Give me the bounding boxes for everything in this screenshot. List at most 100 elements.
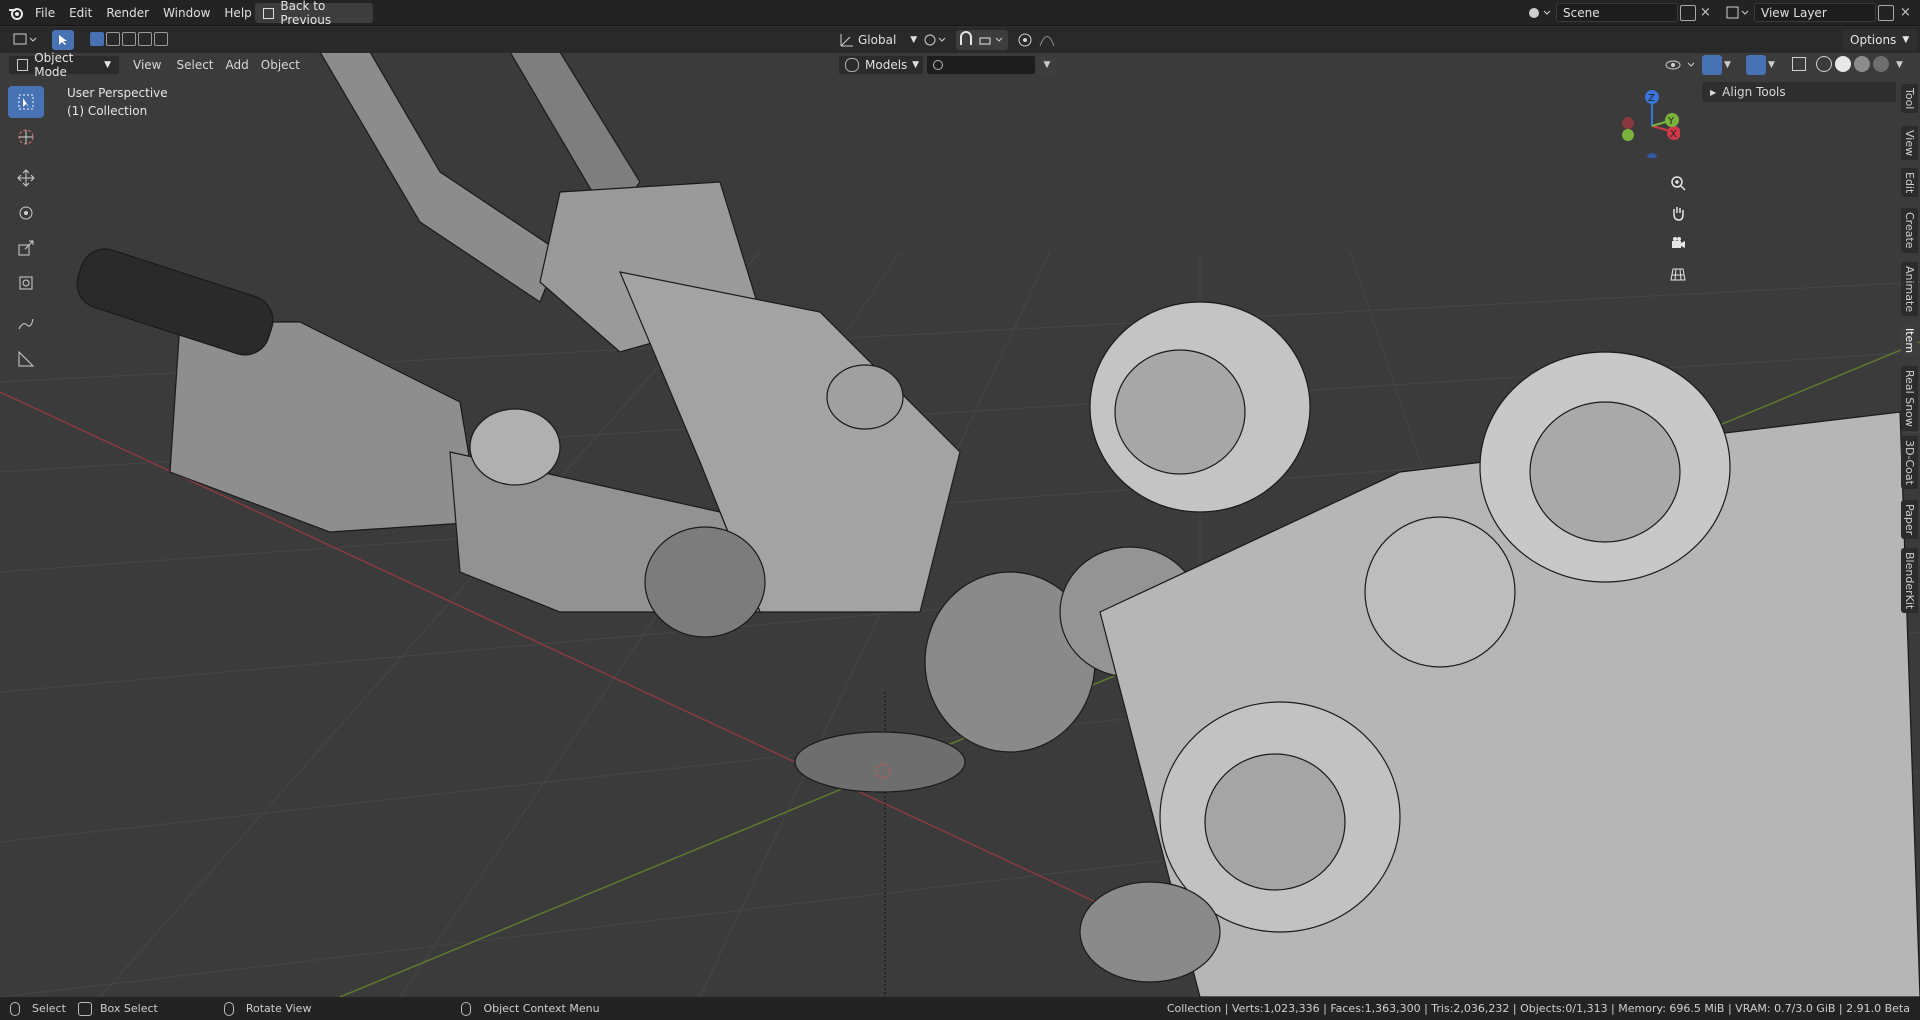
falloff-icon[interactable] xyxy=(1038,31,1056,49)
menu-render[interactable]: Render xyxy=(99,6,156,20)
options-label: Options xyxy=(1850,33,1897,47)
screen-icon xyxy=(263,7,275,19)
xray-toggle-icon[interactable] xyxy=(1792,57,1806,71)
chevron-down-icon[interactable]: ▼ xyxy=(1896,56,1910,74)
menu-object[interactable]: Object xyxy=(255,58,306,72)
status-bar: Select Box Select Rotate View Object Con… xyxy=(0,997,1920,1020)
menu-view[interactable]: View xyxy=(124,58,170,72)
select-invert-icon[interactable] xyxy=(138,32,152,46)
search-icon xyxy=(933,60,943,70)
options-dropdown[interactable]: Options ▼ xyxy=(1842,30,1918,50)
mode-dropdown[interactable]: Object Mode ▼ xyxy=(8,51,120,79)
camera-icon[interactable] xyxy=(1665,230,1691,256)
main-menu: File Edit Render Window Help xyxy=(28,0,259,26)
viewport-menu: View Select Add Object xyxy=(124,55,306,75)
new-scene-icon[interactable] xyxy=(1680,5,1696,21)
blender-logo-icon[interactable] xyxy=(8,5,24,21)
chevron-right-icon: ▶ xyxy=(1710,87,1717,97)
tab-edit[interactable]: Edit xyxy=(1901,168,1918,198)
pivot-point-icon[interactable] xyxy=(922,31,948,49)
scene-label: Scene xyxy=(1563,5,1600,20)
align-tools-panel-header[interactable]: ▶ Align Tools xyxy=(1702,82,1896,102)
tab-tool[interactable]: Tool xyxy=(1901,84,1918,114)
scene-name-field[interactable]: Scene xyxy=(1556,3,1678,22)
select-mode-group xyxy=(90,32,170,46)
status-rotate-view: Rotate View xyxy=(245,1002,312,1015)
overlays-toggle-icon[interactable] xyxy=(1746,55,1766,75)
select-box-tool-icon[interactable] xyxy=(8,86,44,118)
measure-tool-icon[interactable] xyxy=(8,343,44,375)
orientation-label: Global xyxy=(858,33,897,47)
pan-hand-icon[interactable] xyxy=(1665,200,1691,226)
menu-file[interactable]: File xyxy=(28,6,62,20)
cursor-tool-icon[interactable] xyxy=(8,121,44,153)
mouse-right-icon xyxy=(461,1001,472,1016)
transform-tool-icon[interactable] xyxy=(8,267,44,299)
tab-create[interactable]: Create xyxy=(1901,208,1918,253)
delete-view-layer-icon[interactable]: × xyxy=(1900,5,1914,21)
search-filter-button[interactable]: ▼ xyxy=(1038,55,1056,75)
tab-animate[interactable]: Animate xyxy=(1901,262,1918,317)
chevron-down-icon[interactable]: ▼ xyxy=(1724,56,1738,74)
orientation-dropdown[interactable]: Global ▼ xyxy=(858,31,917,49)
snap-toggle[interactable] xyxy=(956,30,1008,50)
back-to-previous-button[interactable]: Back to Previous xyxy=(255,0,373,27)
proportional-edit-icon[interactable] xyxy=(1016,31,1034,49)
mouse-middle-icon xyxy=(223,1001,234,1016)
view-layer-field[interactable]: View Layer xyxy=(1754,3,1876,22)
new-view-layer-icon[interactable] xyxy=(1878,5,1894,21)
scene-browse-icon[interactable] xyxy=(1526,4,1554,22)
rotate-tool-icon[interactable] xyxy=(8,197,44,229)
gizmo-y-label: Y xyxy=(1667,116,1675,127)
tool-header: Global ▼ Options ▼ xyxy=(0,27,1920,53)
editor-type-icon[interactable] xyxy=(12,31,40,49)
menu-add[interactable]: Add xyxy=(220,58,255,72)
wireframe-shading-icon[interactable] xyxy=(1816,56,1832,72)
material-shading-icon[interactable] xyxy=(1854,56,1870,72)
tab-blenderkit[interactable]: BlenderKit xyxy=(1901,548,1918,614)
scale-tool-icon[interactable] xyxy=(8,232,44,264)
chevron-down-icon: ▼ xyxy=(1902,35,1910,45)
chevron-down-icon[interactable]: ▼ xyxy=(1768,56,1782,74)
select-extend-icon[interactable] xyxy=(106,32,120,46)
view-layer-label: View Layer xyxy=(1761,5,1827,20)
tool-shelf xyxy=(8,86,48,378)
gizmo-z-label: Z xyxy=(1648,93,1655,104)
perspective-grid-icon[interactable] xyxy=(1665,261,1691,287)
visibility-icon[interactable] xyxy=(1664,56,1700,74)
select-intersect-icon[interactable] xyxy=(154,32,168,46)
collection-dropdown-label: Models xyxy=(865,58,908,72)
zoom-icon[interactable] xyxy=(1665,170,1691,196)
menu-help[interactable]: Help xyxy=(217,6,258,20)
gizmo-toggle-icon[interactable] xyxy=(1702,55,1722,75)
delete-scene-icon[interactable]: × xyxy=(1700,5,1714,21)
move-tool-icon[interactable] xyxy=(8,162,44,194)
view-layer-browse-icon[interactable] xyxy=(1724,4,1752,22)
3d-viewport[interactable] xyxy=(0,52,1920,997)
annotate-tool-icon[interactable] xyxy=(8,308,44,340)
collection-label: (1) Collection xyxy=(67,104,148,118)
shading-mode-group xyxy=(1816,56,1892,72)
viewport-scene xyxy=(0,52,1920,997)
tab-paper[interactable]: Paper xyxy=(1901,500,1918,540)
tab-real-snow[interactable]: Real Snow xyxy=(1901,366,1918,431)
object-mode-icon xyxy=(17,59,29,71)
tab-view[interactable]: View xyxy=(1901,126,1918,161)
mode-label: Object Mode xyxy=(34,51,74,79)
menu-select[interactable]: Select xyxy=(170,58,219,72)
menu-edit[interactable]: Edit xyxy=(62,6,99,20)
navigation-gizmo[interactable]: Z X Y xyxy=(1616,88,1681,163)
rendered-shading-icon[interactable] xyxy=(1873,56,1889,72)
select-tool-icon[interactable] xyxy=(52,30,74,50)
search-input[interactable] xyxy=(926,55,1036,75)
back-to-previous-label: Back to Previous xyxy=(280,0,332,27)
chevron-down-icon: ▼ xyxy=(912,60,919,70)
status-select: Select xyxy=(32,1002,66,1015)
select-new-icon[interactable] xyxy=(90,32,104,46)
collection-dropdown[interactable]: Models ▼ xyxy=(838,55,924,75)
select-subtract-icon[interactable] xyxy=(122,32,136,46)
tab-item[interactable]: Item xyxy=(1901,324,1918,358)
solid-shading-icon[interactable] xyxy=(1835,56,1851,72)
tab-3d-coat[interactable]: 3D-Coat xyxy=(1901,436,1918,489)
menu-window[interactable]: Window xyxy=(156,6,217,20)
